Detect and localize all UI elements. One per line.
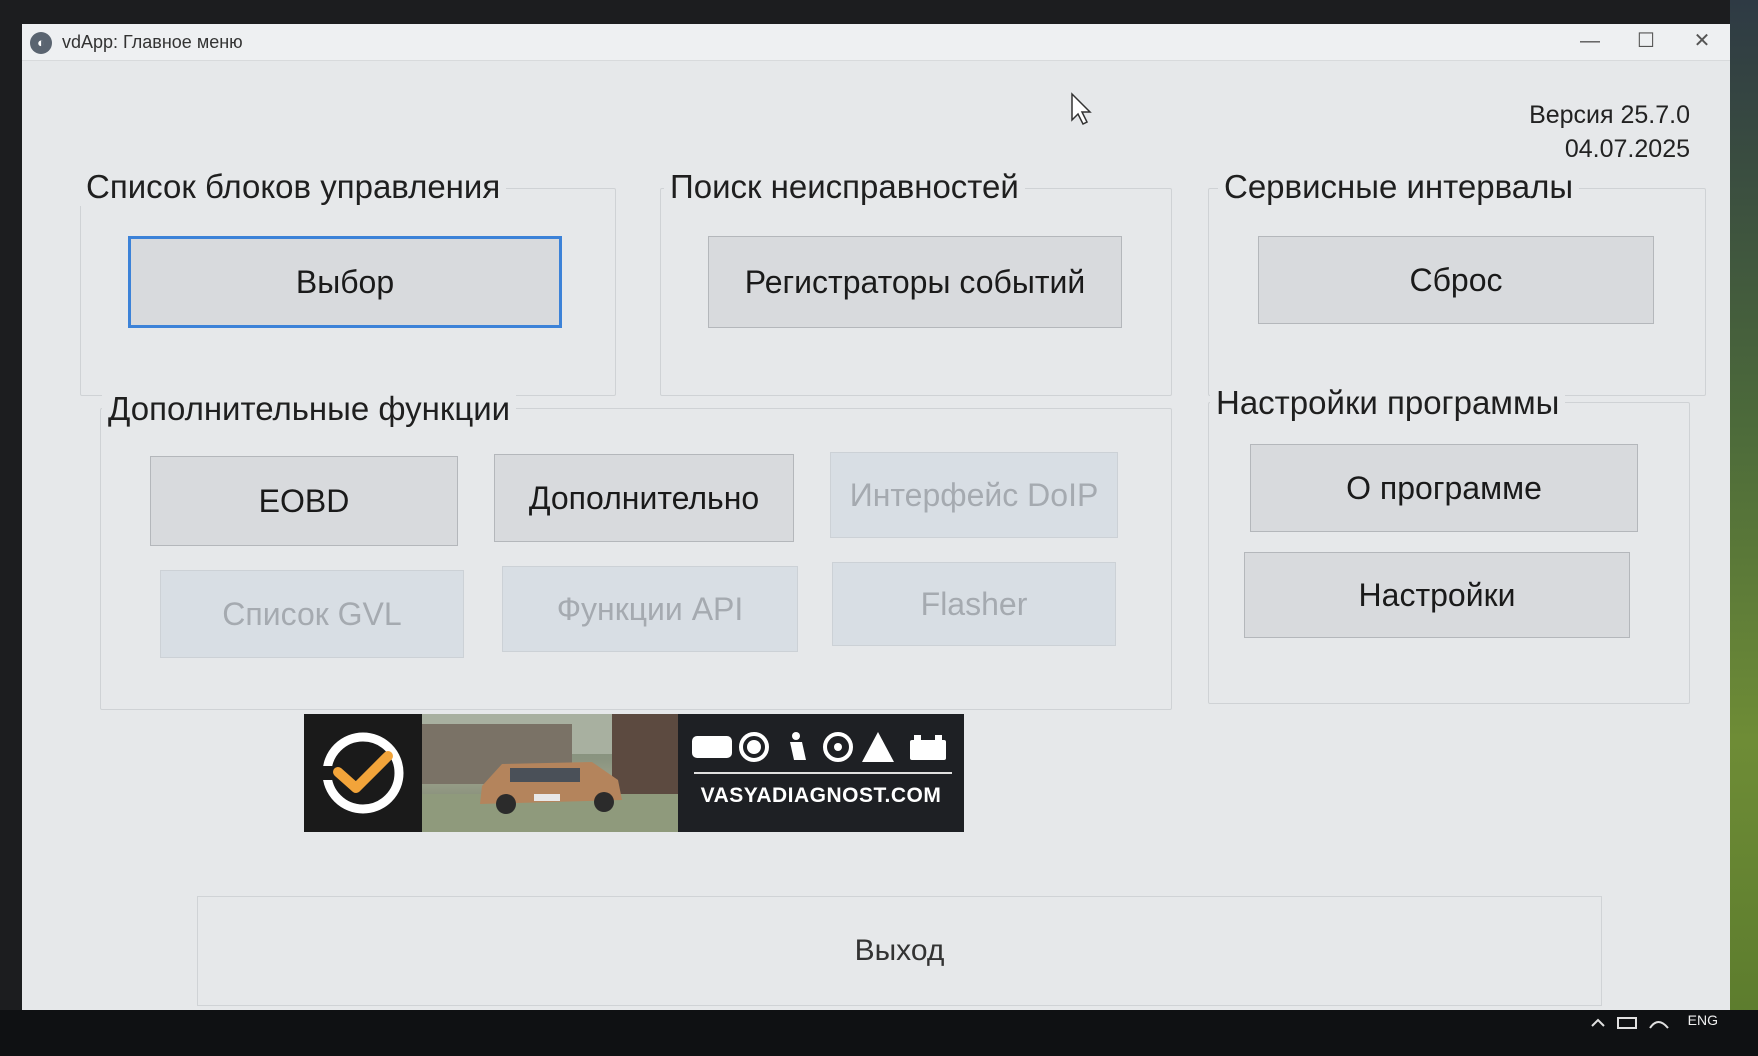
group-service-intervals-label: Сервисные интервалы	[1218, 168, 1580, 206]
select-button[interactable]: Выбор	[128, 236, 562, 328]
maximize-button[interactable]: ☐	[1618, 26, 1674, 56]
car-photo-image	[422, 714, 678, 832]
about-button[interactable]: О программе	[1250, 444, 1638, 532]
doip-interface-button[interactable]: Интерфейс DoIP	[830, 452, 1118, 538]
vasyadiagnost-logo	[304, 714, 422, 832]
version-date: 04.07.2025	[1564, 135, 1690, 163]
vasyadiagnost-banner[interactable]: VASYADIAGNOST.COM	[304, 714, 964, 832]
flasher-button[interactable]: Flasher	[832, 562, 1116, 646]
system-tray-icons[interactable]	[1588, 1012, 1678, 1032]
app-icon: ◐	[30, 32, 52, 54]
banner-brand-panel: VASYADIAGNOST.COM	[678, 714, 964, 832]
title-bar: ◐ vdApp: Главное меню — ☐ ✕	[22, 24, 1730, 61]
mouse-cursor-icon	[1071, 92, 1092, 126]
version-info: Версия 25.7.0 04.07.2025	[1529, 98, 1690, 166]
api-functions-button[interactable]: Функции API	[502, 566, 798, 652]
group-control-units-label: Список блоков управления	[80, 168, 507, 206]
event-recorders-button[interactable]: Регистраторы событий	[708, 236, 1122, 328]
eobd-button[interactable]: EOBD	[150, 456, 458, 546]
additional-button[interactable]: Дополнительно	[494, 454, 794, 542]
banner-divider	[694, 772, 952, 774]
banner-url: VASYADIAGNOST.COM	[700, 784, 942, 807]
minimize-button[interactable]: —	[1562, 26, 1618, 56]
group-program-settings-label: Настройки программы	[1210, 384, 1566, 422]
close-button[interactable]: ✕	[1674, 26, 1730, 56]
app-window: ◐ vdApp: Главное меню — ☐ ✕ Версия 25.7.…	[22, 24, 1730, 1046]
window-title: vdApp: Главное меню	[62, 32, 243, 52]
reset-button[interactable]: Сброс	[1258, 236, 1654, 324]
desktop-background	[1730, 0, 1758, 1056]
taskbar	[0, 1010, 1758, 1056]
group-troubleshooting-label: Поиск неисправностей	[664, 168, 1025, 206]
group-extra-functions-label: Дополнительные функции	[102, 390, 517, 428]
diagnostic-icons	[692, 732, 946, 762]
exit-button[interactable]: Выход	[197, 896, 1602, 1006]
settings-button[interactable]: Настройки	[1244, 552, 1630, 638]
version-label: Версия 25.7.0	[1529, 101, 1690, 129]
language-indicator[interactable]: ENG	[1688, 1012, 1718, 1028]
gvl-list-button[interactable]: Список GVL	[160, 570, 464, 658]
